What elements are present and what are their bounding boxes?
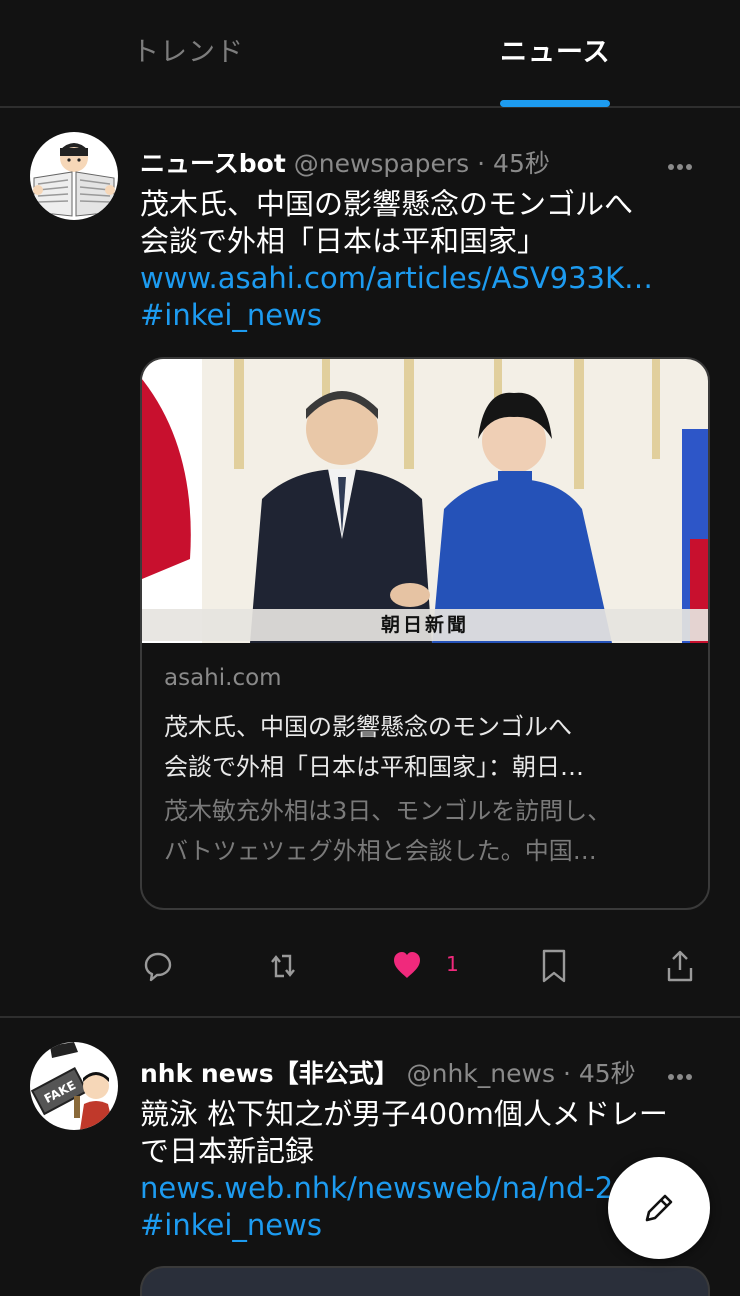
post-actions: 1 — [0, 948, 740, 988]
post-text: 茂木氏、中国の影響懸念のモンゴルへ 会談で外相「日本は平和国家」 www.asa… — [140, 186, 710, 334]
card-body: asahi.com 茂木氏、中国の影響懸念のモンゴルへ 会談で外相「日本は平和国… — [164, 665, 684, 871]
avatar[interactable] — [30, 132, 118, 220]
card-desc-line: 茂木敏充外相は3日、モンゴルを訪問し、 — [164, 797, 612, 825]
newspaper-reader-icon — [30, 132, 118, 220]
repost-icon[interactable] — [268, 948, 298, 984]
author-name[interactable]: nhk news【非公式】 — [140, 1059, 399, 1088]
post-text-line: 茂木氏、中国の影響懸念のモンゴルへ — [140, 187, 634, 221]
card-title-line: 茂木氏、中国の影響懸念のモンゴルへ — [164, 713, 572, 741]
separator: · — [477, 149, 486, 178]
card-description: 茂木敏充外相は3日、モンゴルを訪問し、 バトツェツェグ外相と会談した。中国… — [164, 791, 684, 871]
like-count: 1 — [446, 952, 459, 976]
post-header: nhk news【非公式】 @nhk_news · 45秒 — [140, 1054, 636, 1090]
post-link[interactable]: www.asahi.com/articles/ASV933K… — [140, 260, 710, 297]
card-title-line: 会談で外相「日本は平和国家」：朝日… — [164, 753, 584, 781]
card-domain: asahi.com — [164, 665, 282, 691]
timestamp: 45秒 — [578, 1059, 636, 1088]
post[interactable]: ニュースbot @newspapers · 45秒 茂木氏、中国の影響懸念のモン… — [0, 110, 740, 1018]
top-tab-bar: トレンド ニュース — [0, 0, 740, 108]
active-tab-indicator — [500, 100, 610, 107]
separator: · — [562, 1059, 571, 1088]
post-text-line: で日本新記録 — [140, 1134, 315, 1168]
compose-button[interactable] — [608, 1157, 710, 1259]
author-name[interactable]: ニュースbot — [140, 149, 286, 178]
post-header: ニュースbot @newspapers · 45秒 — [140, 144, 550, 180]
fake-sign-icon: FAKE — [30, 1042, 118, 1130]
link-preview-card[interactable]: 朝日新聞 asahi.com 茂木氏、中国の影響懸念のモンゴルへ 会談で外相「日… — [140, 357, 710, 910]
hashtag-link[interactable]: #inkei_news — [140, 297, 710, 334]
timestamp: 45秒 — [493, 149, 550, 178]
card-title: 茂木氏、中国の影響懸念のモンゴルへ 会談で外相「日本は平和国家」：朝日… — [164, 707, 684, 787]
tab-trend[interactable]: トレンド — [132, 30, 244, 69]
reply-icon[interactable] — [143, 948, 173, 984]
more-options-icon[interactable] — [668, 1065, 696, 1080]
author-handle[interactable]: @nhk_news — [407, 1059, 555, 1088]
heart-icon[interactable] — [392, 948, 422, 984]
card-desc-line: バトツェツェグ外相と会談した。中国… — [164, 837, 597, 865]
more-options-icon[interactable] — [668, 155, 696, 170]
avatar[interactable]: FAKE — [30, 1042, 118, 1130]
tab-news[interactable]: ニュース — [500, 30, 611, 69]
bookmark-icon[interactable] — [540, 948, 568, 984]
image-caption: 朝日新聞 — [142, 609, 708, 641]
author-handle[interactable]: @newspapers — [294, 149, 469, 178]
link-preview-card[interactable] — [140, 1266, 710, 1296]
post-text-line: 競泳 松下知之が男子400m個人メドレー — [140, 1097, 668, 1131]
share-icon[interactable] — [666, 948, 694, 984]
news-photo — [142, 359, 708, 643]
post-text-line: 会談で外相「日本は平和国家」 — [140, 224, 547, 258]
pencil-icon — [645, 1194, 673, 1222]
